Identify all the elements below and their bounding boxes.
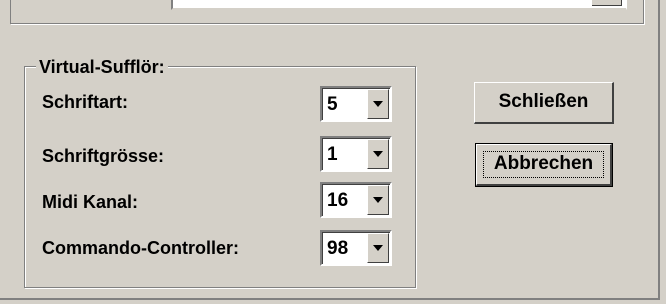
command-controller-select[interactable]: 98 [320,230,392,266]
font-size-value: 1 [327,144,338,165]
midi-channel-label: Midi Kanal: [42,192,139,212]
command-controller-value: 98 [327,238,349,259]
close-button-label: Schließen [498,91,589,112]
chevron-down-icon [373,151,383,157]
font-label: Schriftart: [42,92,129,112]
chevron-down-icon [373,197,383,203]
upper-list-box[interactable] [171,0,627,10]
font-value: 5 [327,94,338,115]
font-size-select[interactable]: 1 [320,136,392,172]
font-select[interactable]: 5 [320,86,392,122]
midi-channel-select[interactable]: 16 [320,182,392,218]
command-controller-label: Commando-Controller: [42,238,239,258]
close-button[interactable]: Schließen [474,82,614,124]
upper-list-scrollbar[interactable] [592,0,622,6]
font-size-dropdown-button[interactable] [367,139,389,169]
cancel-button[interactable]: Abbrechen [475,143,613,187]
font-size-label: Schriftgrösse: [42,146,165,166]
chevron-down-icon [373,245,383,251]
upper-group-box [10,0,644,24]
font-dropdown-button[interactable] [367,89,389,119]
command-controller-dropdown-button[interactable] [367,233,389,263]
chevron-down-icon [373,101,383,107]
midi-channel-dropdown-button[interactable] [367,185,389,215]
group-title: Virtual-Sufflör: [36,57,168,78]
midi-channel-value: 16 [327,190,349,211]
cancel-button-label: Abbrechen [493,153,594,174]
